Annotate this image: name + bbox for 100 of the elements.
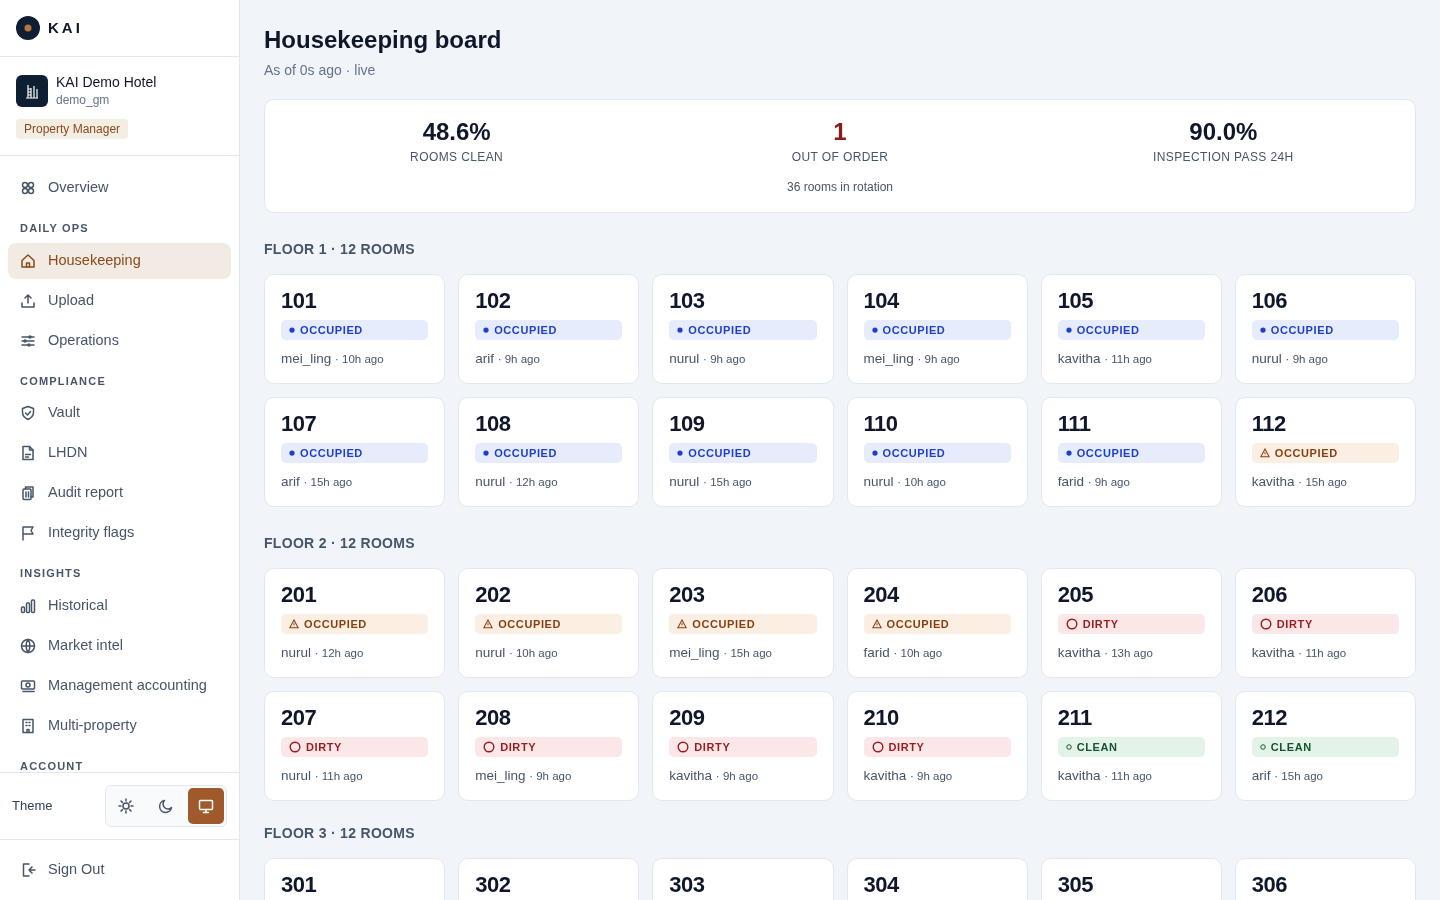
room-meta: nurul · 15h ago bbox=[669, 473, 753, 491]
room-card[interactable]: 211 CLEAN kavitha · 11h ago bbox=[1040, 691, 1222, 801]
grid-icon bbox=[20, 180, 36, 196]
room-card[interactable]: 304 bbox=[846, 858, 1028, 900]
room-card[interactable]: 302 bbox=[458, 858, 640, 900]
page-title: Housekeeping board bbox=[264, 25, 503, 55]
room-card[interactable]: 106 OCCUPIED nurul · 9h ago bbox=[1234, 274, 1416, 384]
brand-name: KAI bbox=[48, 17, 83, 38]
room-number: 212 bbox=[1251, 704, 1289, 732]
room-meta: kavitha · 11h ago bbox=[1251, 644, 1348, 662]
sidebar-item[interactable]: Vault bbox=[8, 395, 231, 431]
room-card[interactable]: 107 OCCUPIED arif · 15h ago bbox=[264, 397, 446, 507]
status-label: OCCUPIED bbox=[1076, 322, 1140, 338]
sidebar-item[interactable]: Multi-property bbox=[8, 707, 231, 744]
room-card[interactable]: 208 DIRTY mei_ling · 9h ago bbox=[458, 691, 640, 801]
room-card[interactable]: 212 CLEAN arif · 15h ago bbox=[1234, 691, 1416, 801]
building-icon bbox=[20, 717, 36, 734]
logo-icon bbox=[16, 16, 40, 40]
dot-icon bbox=[871, 450, 878, 456]
room-card[interactable]: 104 OCCUPIED mei_ling · 9h ago bbox=[846, 274, 1028, 384]
room-card[interactable]: 207 DIRTY nurul · 11h ago bbox=[264, 691, 446, 801]
status-label: OCCUPIED bbox=[1270, 322, 1334, 338]
dot-icon bbox=[677, 327, 684, 333]
room-card[interactable]: 110 OCCUPIED nurul · 10h ago bbox=[846, 397, 1028, 507]
dot-icon bbox=[483, 450, 490, 456]
stat-value: 48.6% bbox=[421, 117, 492, 147]
floor-heading: FLOOR 2 · 12 ROOMS bbox=[264, 534, 416, 553]
dot-icon bbox=[289, 327, 295, 333]
room-meta: kavitha · 11h ago bbox=[1057, 350, 1153, 368]
monitor-icon bbox=[198, 798, 214, 814]
room-number: 102 bbox=[475, 287, 512, 315]
room-meta: kavitha · 13h ago bbox=[1057, 644, 1154, 662]
sidebar-item[interactable]: Market intel bbox=[8, 627, 231, 664]
status-label: OCCUPIED bbox=[494, 322, 558, 338]
room-number: 104 bbox=[863, 287, 900, 315]
sidebar-item[interactable]: Upload bbox=[8, 282, 231, 319]
sidebar-item[interactable]: Audit report bbox=[8, 475, 231, 511]
room-card[interactable]: 102 OCCUPIED arif · 9h ago bbox=[458, 274, 640, 384]
theme-button[interactable] bbox=[188, 788, 224, 824]
room-number: 203 bbox=[669, 581, 706, 609]
document-icon bbox=[20, 445, 36, 461]
room-card[interactable]: 112 OCCUPIED kavitha · 15h ago bbox=[1234, 397, 1416, 507]
room-number: 207 bbox=[281, 704, 318, 732]
room-card[interactable]: 105 OCCUPIED kavitha · 11h ago bbox=[1040, 274, 1222, 384]
status-label: DIRTY bbox=[306, 739, 342, 755]
room-card[interactable]: 202 OCCUPIED nurul · 10h ago bbox=[458, 568, 640, 678]
stat-label: ROOMS CLEAN bbox=[409, 149, 505, 166]
room-card[interactable]: 303 bbox=[652, 858, 834, 900]
status-label: DIRTY bbox=[1082, 616, 1119, 632]
banknote-icon bbox=[20, 677, 36, 694]
room-meta: arif · 9h ago bbox=[475, 350, 541, 368]
floor-heading: FLOOR 1 · 12 ROOMS bbox=[264, 240, 416, 259]
room-card[interactable]: 103 OCCUPIED nurul · 9h ago bbox=[652, 274, 834, 384]
room-meta: kavitha · 9h ago bbox=[669, 767, 760, 785]
sidebar-item[interactable]: LHDN bbox=[8, 435, 231, 471]
room-card[interactable]: 109 OCCUPIED nurul · 15h ago bbox=[652, 397, 834, 507]
stat-label: INSPECTION PASS 24H bbox=[1151, 149, 1295, 166]
room-card[interactable]: 210 DIRTY kavitha · 9h ago bbox=[846, 691, 1028, 801]
status-label: OCCUPIED bbox=[886, 616, 950, 632]
room-number: 108 bbox=[475, 410, 512, 438]
room-card[interactable]: 204 OCCUPIED farid · 10h ago bbox=[846, 568, 1028, 678]
room-number: 211 bbox=[1057, 704, 1093, 732]
status-label: DIRTY bbox=[500, 739, 537, 755]
sidebar-item[interactable]: Management accounting bbox=[8, 667, 231, 704]
circle-icon bbox=[677, 741, 690, 753]
room-number: 112 bbox=[1251, 410, 1287, 438]
section-heading: DAILY OPS bbox=[19, 221, 90, 236]
sidebar-item[interactable]: Housekeeping bbox=[8, 242, 231, 279]
room-meta: nurul · 10h ago bbox=[863, 473, 947, 491]
room-card[interactable]: 301 bbox=[264, 858, 446, 900]
room-card[interactable]: 101 OCCUPIED mei_ling · 10h ago bbox=[264, 274, 446, 384]
room-number: 209 bbox=[669, 704, 706, 732]
stat-note: 36 rooms in rotation bbox=[785, 179, 894, 196]
room-card[interactable]: 205 DIRTY kavitha · 13h ago bbox=[1040, 568, 1222, 678]
status-label: DIRTY bbox=[1276, 616, 1313, 632]
room-number: 304 bbox=[863, 871, 900, 899]
room-card[interactable]: 203 OCCUPIED mei_ling · 15h ago bbox=[652, 568, 834, 678]
room-card[interactable]: 108 OCCUPIED nurul · 12h ago bbox=[458, 397, 640, 507]
room-meta: nurul · 9h ago bbox=[1251, 350, 1329, 368]
room-card[interactable]: 209 DIRTY kavitha · 9h ago bbox=[652, 691, 834, 801]
sidebar-item[interactable]: Operations bbox=[8, 322, 231, 359]
room-card[interactable]: 305 bbox=[1040, 858, 1222, 900]
room-number: 204 bbox=[863, 581, 900, 609]
room-card[interactable]: 206 DIRTY kavitha · 11h ago bbox=[1234, 568, 1416, 678]
globe-icon bbox=[20, 637, 36, 654]
room-meta: kavitha · 15h ago bbox=[1251, 473, 1348, 491]
circle-icon bbox=[1259, 618, 1272, 630]
sidebar-item[interactable]: Integrity flags bbox=[8, 515, 231, 551]
sign-out-link[interactable]: Sign Out bbox=[0, 840, 239, 900]
sidebar-item[interactable]: Overview bbox=[8, 170, 231, 206]
room-card[interactable]: 111 OCCUPIED farid · 9h ago bbox=[1040, 397, 1222, 507]
moon-icon bbox=[158, 798, 174, 814]
room-meta: farid · 10h ago bbox=[863, 644, 944, 662]
bar-chart-icon bbox=[20, 597, 36, 614]
room-card[interactable]: 201 OCCUPIED nurul · 12h ago bbox=[264, 568, 446, 678]
room-card[interactable]: 306 bbox=[1234, 858, 1416, 900]
status-label: OCCUPIED bbox=[304, 616, 367, 632]
room-number: 110 bbox=[863, 410, 899, 438]
sidebar-item[interactable]: Historical bbox=[8, 587, 231, 624]
stat-value: 1 bbox=[832, 117, 848, 147]
